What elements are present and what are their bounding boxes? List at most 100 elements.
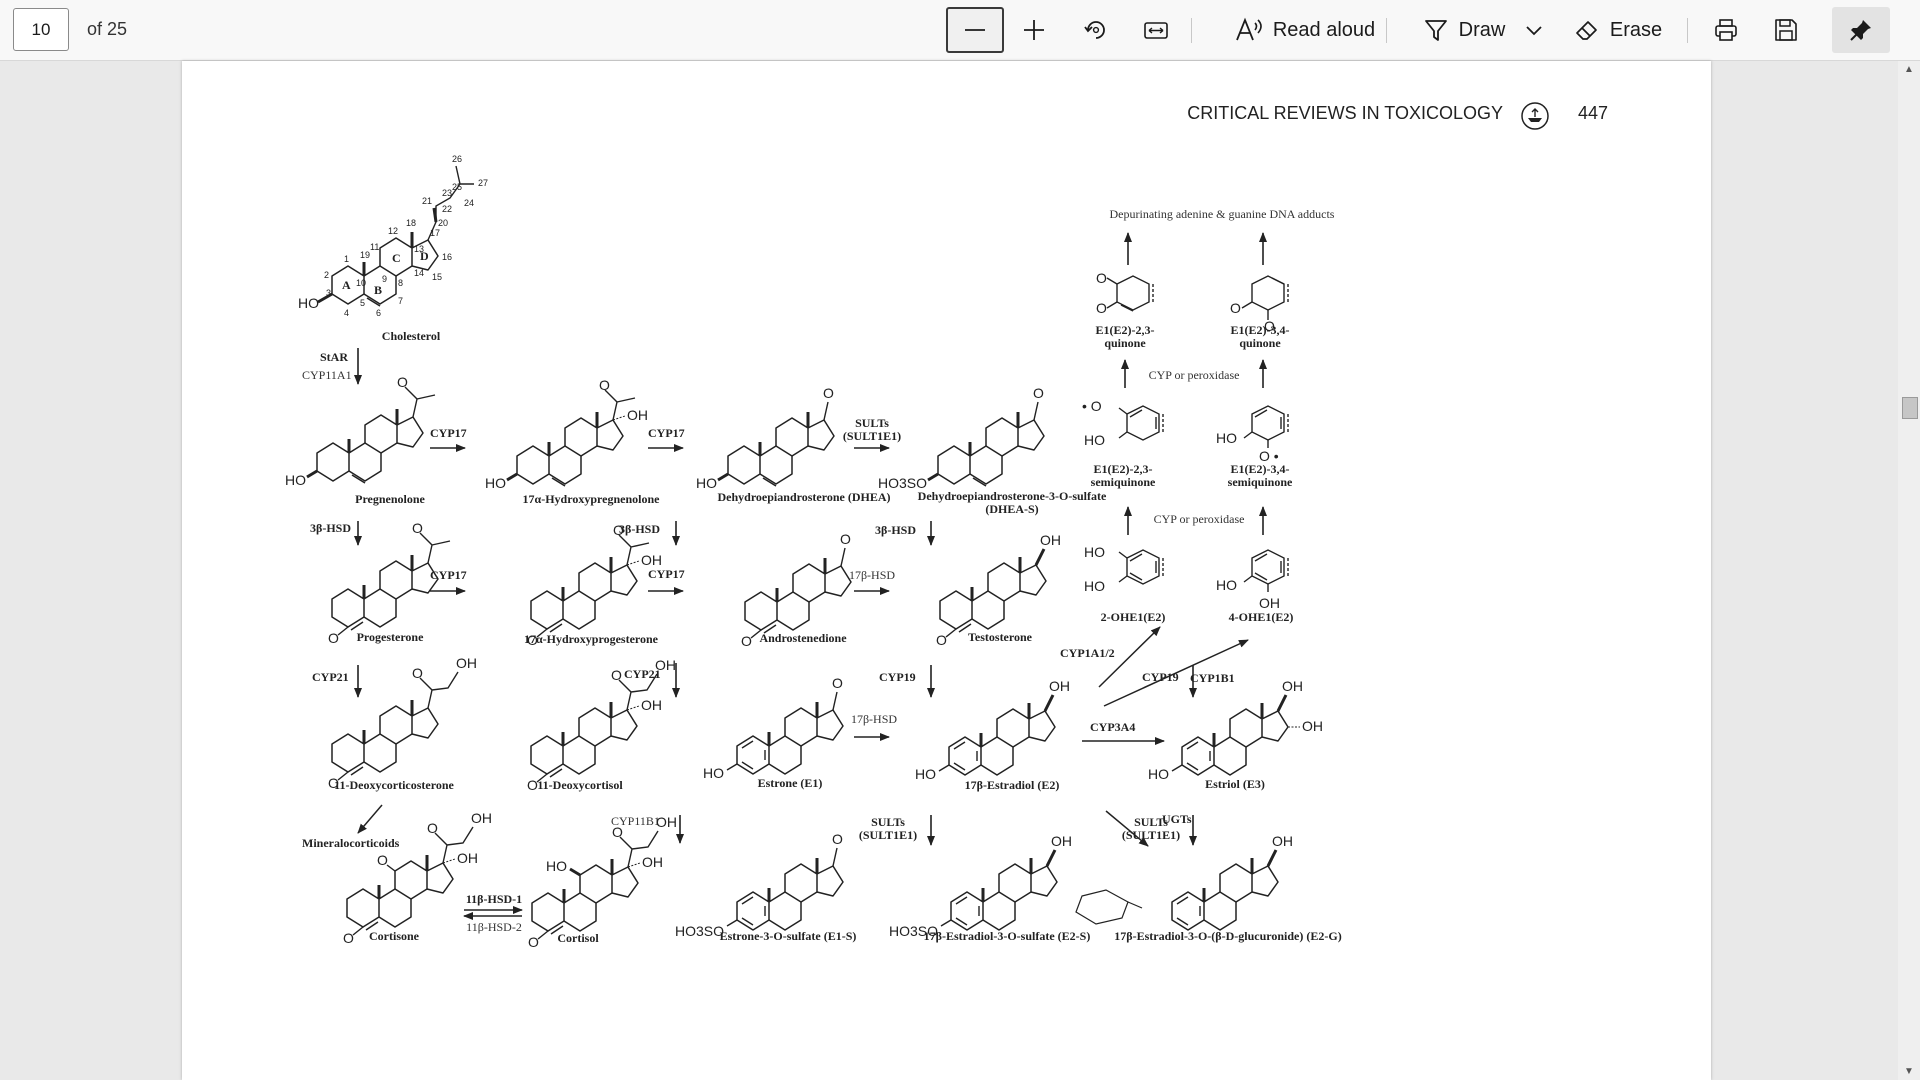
compound-estriol: Estriol (E3) (1205, 777, 1265, 791)
svg-text:O: O (611, 667, 622, 683)
compound-e2-23-quinone: E1(E2)-2,3- (1096, 323, 1155, 337)
compound-e2-23-semiquinone: E1(E2)-2,3- (1094, 462, 1153, 476)
svg-text:25: 25 (452, 182, 462, 192)
svg-text:OH: OH (456, 655, 477, 671)
svg-text:OH: OH (642, 854, 663, 870)
svg-text:5: 5 (360, 298, 365, 308)
svg-text:9: 9 (382, 274, 387, 284)
svg-text:1: 1 (344, 254, 349, 264)
save-button[interactable] (1762, 7, 1810, 53)
compound-e2-34-semiquinone: E1(E2)-3,4- (1231, 462, 1290, 476)
draw-button[interactable]: Draw (1412, 7, 1516, 53)
svg-text:OH: OH (1302, 718, 1323, 734)
fit-width-icon (1144, 22, 1168, 39)
rotate-button[interactable] (1072, 7, 1120, 53)
cholesterol-structure: HO 1 2 3 4 5 6 7 8 9 10 11 12 13 14 15 1… (298, 154, 488, 318)
svg-text:O: O (377, 852, 388, 868)
svg-text:• O: • O (1082, 398, 1102, 414)
read-aloud-button[interactable]: Read aloud (1215, 7, 1395, 53)
pin-toolbar-button[interactable] (1832, 7, 1890, 53)
svg-text:HO: HO (1216, 430, 1237, 446)
carbon-numbers: 1 2 3 4 5 6 7 8 9 10 11 12 13 14 15 16 1 (324, 154, 488, 318)
compound-2-ohe1: 2-OHE1(E2) (1101, 610, 1166, 624)
compound-mineralocorticoids: Mineralocorticoids (302, 836, 400, 850)
estrone-sulfate-structure: O HO3SO (675, 831, 845, 939)
svg-text:O: O (840, 531, 851, 547)
toolbar-separator (1386, 18, 1387, 43)
svg-text:HO: HO (1084, 432, 1105, 448)
svg-text:26: 26 (452, 154, 462, 164)
erase-label: Erase (1609, 18, 1663, 41)
svg-text:OH: OH (641, 552, 662, 568)
svg-text:OH: OH (1259, 595, 1280, 611)
enzyme-cyp17: CYP17 (648, 567, 685, 581)
svg-text:OH: OH (655, 657, 676, 673)
enzyme-17b-hsd: 17β-HSD (851, 712, 897, 726)
enzyme-cyp17: CYP17 (430, 568, 467, 582)
compound-estrone: Estrone (E1) (758, 776, 823, 790)
steroidogenesis-diagram: HO 1 2 3 4 5 6 7 8 9 10 11 12 13 14 15 1… (285, 154, 1342, 950)
svg-text:22: 22 (442, 204, 452, 214)
svg-text:O: O (613, 522, 624, 538)
enzyme-sults: SULTs (855, 416, 889, 430)
document-viewer[interactable]: CRITICAL REVIEWS IN TOXICOLOGY 447 HO 1 … (0, 61, 1920, 1080)
enzyme-sult1e1: (SULT1E1) (1122, 828, 1180, 842)
print-icon (1715, 19, 1737, 41)
zoom-in-button[interactable] (1010, 7, 1058, 53)
estrone-structure: O HO (703, 675, 845, 781)
svg-text:12: 12 (388, 226, 398, 236)
estradiol-sulfate-structure: OH HO3SO (889, 833, 1072, 939)
scroll-up-icon[interactable]: ▲ (1904, 64, 1914, 75)
vertical-scrollbar[interactable]: ▲ ▼ (1898, 61, 1920, 1080)
svg-text:O: O (741, 633, 752, 649)
svg-text:O: O (412, 520, 423, 536)
draw-label: Draw (1458, 18, 1506, 41)
svg-text:O: O (412, 665, 423, 681)
enzyme-ugts: UGTs (1162, 812, 1192, 826)
svg-text:HO3SO: HO3SO (675, 923, 724, 939)
compound-dhea-s: Dehydroepiandrosterone-3-O-sulfate (918, 489, 1107, 503)
rotate-icon (1084, 21, 1105, 39)
toolbar-separator (1191, 18, 1192, 43)
ring-letter: A (342, 278, 351, 292)
compound-dhea-s-abbr: (DHEA-S) (985, 502, 1038, 516)
semiquinone-34-structure (1243, 405, 1289, 448)
enzyme-cyp1a12: CYP1A1/2 (1060, 646, 1115, 660)
toolbar-separator (1687, 18, 1688, 43)
chevron-down-icon (1526, 26, 1542, 36)
compound-estrone-sulfate: Estrone-3-O-sulfate (E1-S) (720, 929, 857, 943)
scroll-thumb[interactable] (1902, 397, 1918, 419)
compound-e2-23-quinone: quinone (1104, 336, 1146, 350)
svg-text:27: 27 (478, 178, 488, 188)
compound-pregnenolone: Pregnenolone (355, 492, 425, 506)
svg-text:OH: OH (1049, 678, 1070, 694)
erase-button[interactable]: Erase (1570, 7, 1666, 53)
svg-text:HO: HO (703, 765, 724, 781)
compound-11-deoxycorticosterone: 11-Deoxycorticosterone (334, 778, 454, 792)
svg-text:HO: HO (546, 858, 567, 874)
svg-text:OH: OH (1051, 833, 1072, 849)
scroll-down-icon[interactable]: ▼ (1904, 1066, 1914, 1077)
draw-options-button[interactable] (1520, 7, 1548, 53)
svg-text:OH: OH (1272, 833, 1293, 849)
enzyme-cyp17: CYP17 (648, 426, 685, 440)
svg-text:7: 7 (398, 296, 403, 306)
svg-text:19: 19 (360, 250, 370, 260)
enzyme-cyp17: CYP17 (430, 426, 467, 440)
compound-e2-34-semiquinone: semiquinone (1228, 475, 1293, 489)
compound-e2-34-quinone: quinone (1239, 336, 1281, 350)
svg-text:O: O (1096, 270, 1107, 286)
page-number-input[interactable] (13, 8, 69, 51)
fit-width-button[interactable] (1132, 7, 1180, 53)
ring-letter: C (392, 251, 401, 265)
svg-text:15: 15 (432, 272, 442, 282)
estradiol-structure: OH HO (915, 678, 1070, 782)
svg-text:O: O (936, 632, 947, 648)
zoom-out-button[interactable] (946, 7, 1004, 53)
compound-estradiol-glucuronide: 17β-Estradiol-3-O-(β-D-glucuronide) (E2-… (1114, 929, 1341, 943)
compound-17a-hydroxyprogesterone: 17α-Hydroxyprogesterone (524, 632, 659, 646)
svg-text:OH: OH (641, 697, 662, 713)
enzyme-3b-hsd: 3β-HSD (619, 522, 660, 536)
print-button[interactable] (1702, 7, 1750, 53)
compound-17b-estradiol: 17β-Estradiol (E2) (965, 778, 1060, 792)
